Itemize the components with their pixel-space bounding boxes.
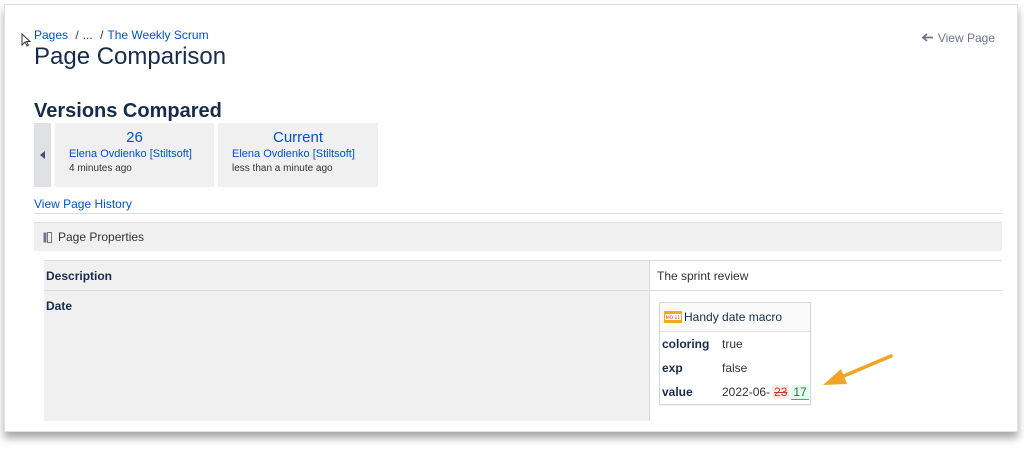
view-page-label: View Page <box>937 31 995 45</box>
inserted-value: 17 <box>791 384 809 400</box>
breadcrumb: Pages /... / The Weekly Scrum <box>34 28 209 42</box>
macro-param-row: exp false <box>660 356 810 380</box>
mouse-cursor-icon <box>21 33 31 47</box>
breadcrumb-ellipsis[interactable]: ... <box>83 28 93 42</box>
handy-date-macro: MO 11 Handy date macro coloring true exp… <box>659 302 811 405</box>
macro-param-value: true <box>722 337 743 351</box>
page-properties-title: Page Properties <box>58 230 145 244</box>
deleted-value: 23 <box>772 385 790 399</box>
page-comparison-panel: Pages /... / The Weekly Scrum View Page P… <box>4 4 1018 432</box>
value-prefix: 2022-06- <box>722 385 771 399</box>
macro-param-value: false <box>722 361 748 375</box>
version-card-old: 26 Elena Ovdienko [Stiltsoft] 4 minutes … <box>55 123 214 187</box>
macro-param-key: coloring <box>662 337 710 351</box>
property-key: Date <box>44 291 649 421</box>
macro-icon-text: MO 11 <box>666 315 681 321</box>
breadcrumb-current-link[interactable]: The Weekly Scrum <box>107 28 208 42</box>
macro-param-key: exp <box>662 361 683 375</box>
annotation-arrow-icon <box>823 354 893 385</box>
view-page-history-link[interactable]: View Page History <box>34 197 132 211</box>
version-time: less than a minute ago <box>232 163 333 174</box>
version-number-link[interactable]: Current <box>232 123 378 146</box>
property-key: Description <box>44 261 649 291</box>
version-author-link[interactable]: Elena Ovdienko [Stiltsoft] <box>69 148 214 160</box>
macro-title: Handy date macro <box>684 310 783 324</box>
macro-param-row: coloring true <box>660 332 810 356</box>
table-row: Description The sprint review <box>44 260 1002 291</box>
macro-param-key: value <box>662 385 693 399</box>
divider <box>34 213 1002 214</box>
page-properties-header: Page Properties <box>34 222 1002 251</box>
versions-compared: 26 Elena Ovdienko [Stiltsoft] 4 minutes … <box>34 123 378 187</box>
page-title: Page Comparison <box>34 43 227 70</box>
macro-param-row: value 2022-06- 23 17 <box>660 380 810 404</box>
calendar-macro-icon: MO 11 <box>664 311 682 323</box>
back-arrow-icon <box>921 33 933 42</box>
view-page-button[interactable]: View Page <box>921 31 995 45</box>
macro-header: MO 11 Handy date macro <box>660 303 810 332</box>
version-number-link[interactable]: 26 <box>69 123 214 146</box>
version-author-link[interactable]: Elena Ovdienko [Stiltsoft] <box>232 148 378 160</box>
property-value: The sprint review <box>657 269 749 283</box>
breadcrumb-separator: / <box>100 28 104 42</box>
page-properties-table: Description The sprint review Date MO 11… <box>44 260 1002 421</box>
page-properties-icon <box>43 231 52 243</box>
versions-compared-heading: Versions Compared <box>34 100 222 122</box>
breadcrumb-separator: / <box>75 28 79 42</box>
version-card-current: Current Elena Ovdienko [Stiltsoft] less … <box>218 123 378 187</box>
macro-param-value: 2022-06- 23 17 <box>722 384 809 400</box>
breadcrumb-pages-link[interactable]: Pages <box>34 28 68 42</box>
caret-left-icon <box>39 151 45 159</box>
previous-version-button[interactable] <box>34 123 51 187</box>
version-time: 4 minutes ago <box>69 163 132 174</box>
